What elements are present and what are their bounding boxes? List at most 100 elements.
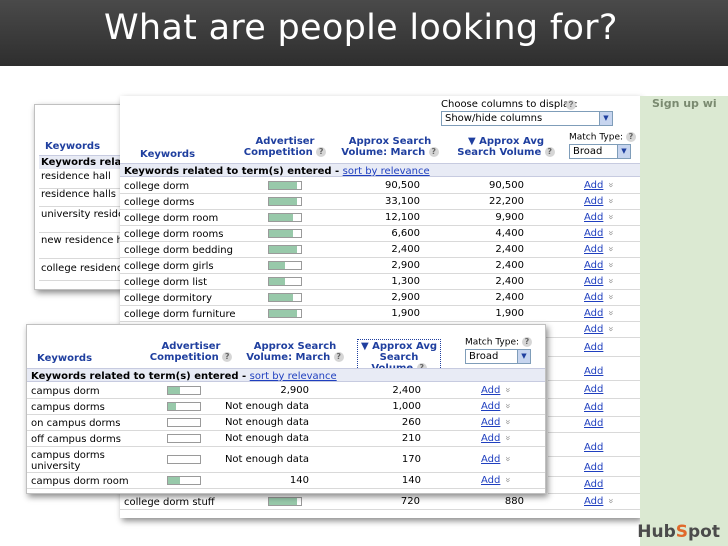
keyword-text: campus dorms [31, 402, 105, 413]
search-volume-value: 1,300 [391, 276, 420, 287]
competition-fill [269, 214, 293, 221]
chevron-down-icon[interactable]: » [504, 435, 514, 440]
add-link[interactable]: Add [584, 196, 603, 207]
search-volume-header[interactable]: Approx Search Volume: March ? [340, 136, 440, 158]
avg-volume-value: 90,500 [489, 180, 524, 191]
help-icon[interactable]: ? [566, 100, 576, 110]
chevron-down-icon[interactable]: » [504, 477, 514, 482]
add-link[interactable]: Add [481, 454, 500, 465]
competition-fill [269, 198, 298, 205]
list-item: residence halls [39, 189, 129, 207]
chevron-down-icon[interactable]: » [504, 403, 514, 408]
add-link[interactable]: Add [481, 417, 500, 428]
chevron-down-icon[interactable]: » [607, 310, 617, 315]
sign-up-text[interactable]: Sign up wi [652, 97, 717, 110]
add-link[interactable]: Add [584, 276, 603, 287]
add-link[interactable]: Add [584, 212, 603, 223]
avg-volume-value: 2,400 [392, 385, 421, 396]
add-link[interactable]: Add [584, 260, 603, 271]
chevron-down-icon[interactable]: » [607, 198, 617, 203]
chevron-down-icon[interactable]: » [504, 387, 514, 392]
choose-columns-select[interactable]: Show/hide columns ▼ [441, 111, 613, 126]
add-link[interactable]: Add [584, 308, 603, 319]
help-icon: ? [428, 147, 439, 157]
table-row: college dorm stuff 720 880 Add » [120, 494, 640, 510]
add-link[interactable]: Add [584, 342, 603, 353]
competition-bar [167, 402, 201, 411]
add-link[interactable]: Add [584, 324, 603, 335]
sort-by-relevance-link[interactable]: sort by relevance [343, 166, 430, 177]
table-row: campus dorm 2,900 2,400 Add » [27, 383, 545, 399]
search-volume-value: 2,900 [391, 292, 420, 303]
hubspot-logo: HubSpot [637, 522, 720, 542]
keyword-text: college dorm furniture [124, 309, 236, 320]
add-link[interactable]: Add [584, 180, 603, 191]
avg-volume-value: 260 [401, 417, 421, 428]
add-link[interactable]: Add [584, 462, 603, 473]
search-volume-value: Not enough data [224, 433, 309, 444]
row-divider [548, 432, 640, 433]
table-row: campus dorms university Not enough data 17… [27, 447, 545, 473]
add-link[interactable]: Add [584, 402, 603, 413]
search-volume-value: 720 [400, 496, 420, 507]
keyword-text: college dorm rooms [124, 229, 224, 240]
help-icon: ? [625, 132, 636, 142]
table-row: college dorm bedding 2,400 2,400 Add » [120, 242, 640, 258]
keyword-text: off campus dorms [31, 434, 121, 445]
add-link[interactable]: Add [584, 244, 603, 255]
front-competition-header[interactable]: Advertiser Competition ? [145, 341, 237, 363]
chevron-down-icon[interactable]: » [607, 214, 617, 219]
add-link[interactable]: Add [584, 442, 603, 453]
add-link[interactable]: Add [481, 401, 500, 412]
row-divider [548, 456, 640, 457]
chevron-down-icon[interactable]: » [504, 419, 514, 424]
add-link[interactable]: Add [584, 418, 603, 429]
keywords-header[interactable]: Keywords [140, 149, 195, 160]
left-keywords-header: Keywords [45, 141, 101, 152]
match-type-select[interactable]: Broad ▼ [569, 144, 631, 159]
chevron-down-icon[interactable]: » [607, 498, 617, 503]
front-keywords-header[interactable]: Keywords [37, 353, 92, 364]
avg-volume-value: 1,000 [392, 401, 421, 412]
help-icon: ? [333, 352, 344, 362]
help-icon: ? [521, 337, 532, 347]
add-link[interactable]: Add [584, 496, 603, 507]
search-volume-value: 2,900 [280, 385, 309, 396]
front-match-type-select[interactable]: Broad ▼ [465, 349, 531, 364]
table-row: college dorm 90,500 90,500 Add » [120, 178, 640, 194]
front-sort-by-relevance-link[interactable]: sort by relevance [250, 371, 337, 382]
related-keywords-bar: Keywords related to term(s) entered - so… [120, 163, 640, 177]
chevron-down-icon[interactable]: » [607, 246, 617, 251]
add-link[interactable]: Add [584, 479, 603, 490]
add-link[interactable]: Add [584, 384, 603, 395]
avg-volume-header[interactable]: ▼ Approx Avg Search Volume ? [456, 136, 556, 158]
list-item: university residen [39, 209, 129, 233]
add-link[interactable]: Add [584, 228, 603, 239]
chevron-down-icon[interactable]: » [607, 326, 617, 331]
competition-fill [269, 294, 293, 301]
row-divider [548, 398, 640, 399]
chevron-down-icon[interactable]: » [504, 456, 514, 461]
add-link[interactable]: Add [481, 475, 500, 486]
table-row: college dorm room 12,100 9,900 Add » [120, 210, 640, 226]
search-volume-value: 2,900 [391, 260, 420, 271]
left-subheader: Keywords relat [39, 155, 129, 169]
help-icon: ? [544, 147, 555, 157]
chevron-down-icon[interactable]: » [607, 278, 617, 283]
choose-columns-label: Choose columns to display: [441, 99, 578, 110]
chevron-down-icon[interactable]: » [607, 182, 617, 187]
chevron-down-icon[interactable]: » [607, 262, 617, 267]
add-link[interactable]: Add [481, 433, 500, 444]
chevron-down-icon[interactable]: » [607, 294, 617, 299]
competition-bar [167, 434, 201, 443]
chevron-down-icon[interactable]: » [607, 230, 617, 235]
add-link[interactable]: Add [584, 292, 603, 303]
front-search-volume-header[interactable]: Approx Search Volume: March ? [243, 341, 347, 363]
add-link[interactable]: Add [584, 366, 603, 377]
avg-volume-value: 170 [401, 454, 421, 465]
add-link[interactable]: Add [481, 385, 500, 396]
table-row: college dorm furniture 1,900 1,900 Add » [120, 306, 640, 322]
competition-header[interactable]: Advertiser Competition ? [240, 136, 330, 158]
competition-fill [168, 387, 181, 394]
keyword-text: college dorms [124, 197, 195, 208]
